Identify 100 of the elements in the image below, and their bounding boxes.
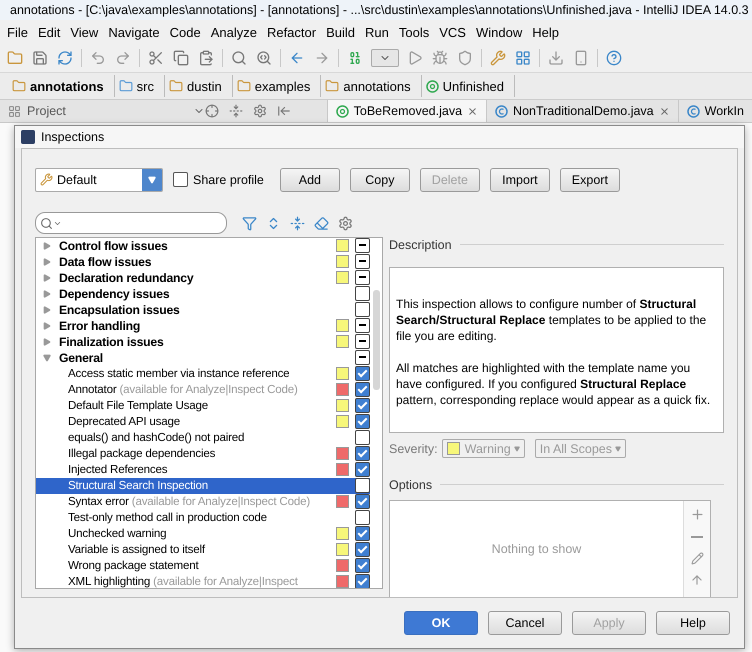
dialog-button[interactable]: Help [656, 610, 730, 635]
tree-row[interactable]: Deprecated API usage [36, 414, 370, 430]
tree-row[interactable]: equals() and hashCode() not paired [36, 430, 370, 446]
share-profile-checkbox[interactable]: Share profile [173, 172, 264, 188]
redo-icon[interactable] [114, 49, 132, 67]
tree-row[interactable]: Access static member via instance reference [36, 366, 370, 382]
close-icon[interactable] [467, 106, 478, 116]
menu-item[interactable]: Help [527, 24, 564, 40]
tree-row[interactable]: Test-only method call in production code [36, 510, 370, 526]
tree-row[interactable]: Default File Template Usage [36, 398, 370, 414]
profile-button[interactable]: Copy [350, 168, 410, 192]
class-icon [495, 104, 508, 118]
enabled-checkbox[interactable] [355, 574, 370, 588]
hide-icon [276, 104, 291, 118]
dialog-button[interactable]: Cancel [488, 610, 562, 635]
profile-button[interactable]: Export [560, 168, 620, 192]
menu-item[interactable]: Window [470, 24, 528, 40]
menu-item[interactable]: Navigate [103, 24, 165, 40]
undo-icon[interactable] [89, 49, 107, 67]
tree-row[interactable]: Wrong package statement [36, 558, 370, 574]
breadcrumb[interactable]: examples [232, 75, 322, 97]
grid-icon[interactable] [514, 49, 532, 67]
tree-row[interactable]: Unchecked warning [36, 526, 370, 542]
menu-item[interactable]: VCS [434, 24, 471, 40]
menu-item[interactable]: File [2, 24, 33, 40]
tree-row[interactable]: Control flow issues [36, 238, 370, 254]
sync-icon[interactable] [56, 49, 74, 67]
tree-row[interactable]: Dependency issues [36, 286, 370, 302]
project-view-dropdown[interactable]: Project [0, 104, 205, 118]
editor-tab[interactable]: ToBeRemoved.java [326, 100, 486, 122]
copy-icon[interactable] [172, 49, 190, 67]
menu-item[interactable]: Code [164, 24, 206, 40]
save-icon[interactable] [31, 49, 49, 67]
menu-item[interactable]: View [65, 24, 104, 40]
breadcrumb[interactable]: src [114, 75, 166, 97]
enabled-checkbox[interactable] [355, 510, 370, 526]
scrollbar-thumb[interactable] [373, 290, 380, 390]
tree-row[interactable]: Error handling [36, 318, 370, 334]
cut-icon[interactable] [147, 49, 165, 67]
inspection-label: Declaration redundancy [59, 270, 194, 285]
breadcrumb[interactable]: Unfinished [422, 75, 516, 97]
profile-dropdown[interactable]: Default [35, 168, 163, 192]
enabled-checkbox[interactable] [355, 430, 370, 446]
breadcrumb[interactable]: annotations [8, 75, 115, 97]
menu-item[interactable]: Refactor [262, 24, 322, 40]
tree-row[interactable]: Syntax error (available for Analyze|Inspect Code) [36, 494, 370, 510]
enabled-checkbox[interactable] [355, 302, 370, 318]
enabled-checkbox[interactable] [355, 286, 370, 302]
menu-item[interactable]: Run [360, 24, 394, 40]
tree-row[interactable]: Variable is assigned to itself [36, 542, 370, 558]
enabled-checkbox[interactable] [355, 382, 370, 398]
profile-button[interactable]: Import [490, 168, 550, 192]
tree-row[interactable]: Data flow issues [36, 254, 370, 270]
enabled-checkbox[interactable] [355, 478, 370, 494]
enabled-checkbox[interactable] [355, 462, 370, 478]
tree-row[interactable]: XML highlighting (available for Analyze|Inspect [36, 574, 370, 588]
enabled-checkbox[interactable] [355, 398, 370, 414]
partial-checkbox[interactable] [355, 350, 370, 366]
breadcrumb[interactable]: dustin [165, 75, 233, 97]
partial-checkbox[interactable] [355, 238, 370, 254]
inspection-label: equals() and hashCode() not paired [68, 431, 246, 444]
enabled-checkbox[interactable] [355, 542, 370, 558]
partial-checkbox[interactable] [355, 270, 370, 286]
tree-row[interactable]: Declaration redundancy [36, 270, 370, 286]
menu-item[interactable]: Edit [32, 24, 66, 40]
tree-row[interactable]: Illegal package dependencies [36, 446, 370, 462]
coverage-icon[interactable] [456, 49, 474, 67]
enabled-checkbox[interactable] [355, 414, 370, 430]
tree-row[interactable]: Annotator (available for Analyze|Inspect Code) [36, 382, 370, 398]
tree-row[interactable]: Structural Search Inspection [36, 478, 370, 494]
tree-row[interactable]: Finalization issues [36, 334, 370, 350]
inspection-label: Error handling [59, 318, 142, 333]
tree-row[interactable]: Injected References [36, 462, 370, 478]
partial-checkbox[interactable] [355, 318, 370, 334]
menu-item[interactable]: Tools [394, 24, 434, 40]
replace-icon[interactable] [255, 49, 273, 67]
enabled-checkbox[interactable] [355, 366, 370, 382]
paste-icon[interactable] [197, 49, 215, 67]
wrench-icon[interactable] [489, 49, 507, 67]
download-icon[interactable] [547, 49, 565, 67]
help-icon[interactable] [605, 49, 623, 67]
enabled-checkbox[interactable] [355, 526, 370, 542]
enabled-checkbox[interactable] [355, 446, 370, 462]
search-icon[interactable] [230, 49, 248, 67]
search-field[interactable] [35, 212, 227, 234]
folder-icon[interactable] [6, 49, 24, 67]
close-icon[interactable] [658, 106, 670, 116]
enabled-checkbox[interactable] [355, 558, 370, 574]
enabled-checkbox[interactable] [355, 494, 370, 510]
menu-item[interactable]: Analyze [206, 24, 262, 40]
menu-item[interactable]: Build [321, 24, 360, 40]
dialog-button[interactable]: OK [404, 610, 478, 635]
remove-icon[interactable] [691, 536, 703, 538]
tree-row[interactable]: Encapsulation issues [36, 302, 370, 318]
partial-checkbox[interactable] [355, 254, 370, 270]
profile-button[interactable]: Add [280, 168, 340, 192]
partial-checkbox[interactable] [355, 334, 370, 350]
breadcrumb[interactable]: annotations [321, 75, 422, 97]
bug-icon[interactable] [431, 49, 449, 67]
tree-row[interactable]: General [36, 350, 370, 366]
